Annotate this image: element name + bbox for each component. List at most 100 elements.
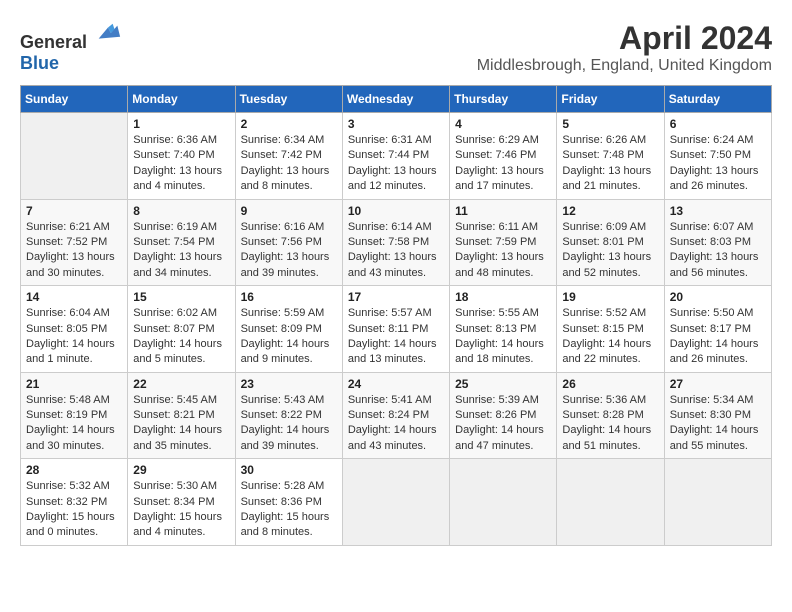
day-info: Sunrise: 5:32 AM Sunset: 8:32 PM Dayligh… — [26, 479, 122, 541]
day-number: 27 — [670, 377, 766, 391]
calendar-cell: 7 Sunrise: 6:21 AM Sunset: 7:52 PM Daylig… — [21, 199, 128, 286]
day-number: 7 — [26, 204, 122, 218]
weekday-header: Saturday — [664, 86, 771, 113]
day-number: 8 — [133, 204, 229, 218]
calendar-cell: 19 Sunrise: 5:52 AM Sunset: 8:15 PM Dayli… — [557, 286, 664, 373]
day-number: 29 — [133, 463, 229, 477]
calendar-cell: 3 Sunrise: 6:31 AM Sunset: 7:44 PM Daylig… — [342, 113, 449, 200]
calendar-cell: 22 Sunrise: 5:45 AM Sunset: 8:21 PM Dayli… — [128, 372, 235, 459]
day-number: 5 — [562, 117, 658, 131]
day-number: 12 — [562, 204, 658, 218]
day-info: Sunrise: 6:24 AM Sunset: 7:50 PM Dayligh… — [670, 133, 766, 195]
calendar-cell: 1 Sunrise: 6:36 AM Sunset: 7:40 PM Daylig… — [128, 113, 235, 200]
weekday-header: Sunday — [21, 86, 128, 113]
day-number: 6 — [670, 117, 766, 131]
calendar-cell: 15 Sunrise: 6:02 AM Sunset: 8:07 PM Dayli… — [128, 286, 235, 373]
day-number: 15 — [133, 290, 229, 304]
calendar-cell: 16 Sunrise: 5:59 AM Sunset: 8:09 PM Dayli… — [235, 286, 342, 373]
day-info: Sunrise: 5:43 AM Sunset: 8:22 PM Dayligh… — [241, 393, 337, 455]
calendar-week-row: 7 Sunrise: 6:21 AM Sunset: 7:52 PM Daylig… — [21, 199, 772, 286]
day-info: Sunrise: 6:36 AM Sunset: 7:40 PM Dayligh… — [133, 133, 229, 195]
calendar-cell: 11Sunrise: 6:11 AM Sunset: 7:59 PM Dayli… — [450, 199, 557, 286]
calendar-week-row: 21 Sunrise: 5:48 AM Sunset: 8:19 PM Dayli… — [21, 372, 772, 459]
day-number: 24 — [348, 377, 444, 391]
day-info: Sunrise: 6:04 AM Sunset: 8:05 PM Dayligh… — [26, 306, 122, 368]
weekday-header: Tuesday — [235, 86, 342, 113]
weekday-header: Wednesday — [342, 86, 449, 113]
calendar-cell: 4 Sunrise: 6:29 AM Sunset: 7:46 PM Daylig… — [450, 113, 557, 200]
day-number: 1 — [133, 117, 229, 131]
calendar-cell: 30 Sunrise: 5:28 AM Sunset: 8:36 PM Dayli… — [235, 459, 342, 546]
day-info: Sunrise: 5:41 AM Sunset: 8:24 PM Dayligh… — [348, 393, 444, 455]
calendar-cell: 5 Sunrise: 6:26 AM Sunset: 7:48 PM Daylig… — [557, 113, 664, 200]
day-number: 3 — [348, 117, 444, 131]
weekday-header: Monday — [128, 86, 235, 113]
day-number: 19 — [562, 290, 658, 304]
calendar-week-row: 1 Sunrise: 6:36 AM Sunset: 7:40 PM Daylig… — [21, 113, 772, 200]
calendar-cell: 28 Sunrise: 5:32 AM Sunset: 8:32 PM Dayli… — [21, 459, 128, 546]
day-info: Sunrise: 6:26 AM Sunset: 7:48 PM Dayligh… — [562, 133, 658, 195]
calendar-cell: 21 Sunrise: 5:48 AM Sunset: 8:19 PM Dayli… — [21, 372, 128, 459]
location-title: Middlesbrough, England, United Kingdom — [477, 57, 772, 75]
calendar-cell: 14 Sunrise: 6:04 AM Sunset: 8:05 PM Dayli… — [21, 286, 128, 373]
day-number: 22 — [133, 377, 229, 391]
day-number: 16 — [241, 290, 337, 304]
day-number: 28 — [26, 463, 122, 477]
day-info: Sunrise: 6:19 AM Sunset: 7:54 PM Dayligh… — [133, 220, 229, 282]
calendar-cell: 12Sunrise: 6:09 AM Sunset: 8:01 PM Dayli… — [557, 199, 664, 286]
day-info: Sunrise: 5:52 AM Sunset: 8:15 PM Dayligh… — [562, 306, 658, 368]
calendar-cell — [21, 113, 128, 200]
month-title: April 2024 — [477, 20, 772, 57]
day-info: Sunrise: 6:29 AM Sunset: 7:46 PM Dayligh… — [455, 133, 551, 195]
calendar-cell: 29 Sunrise: 5:30 AM Sunset: 8:34 PM Dayli… — [128, 459, 235, 546]
calendar-cell: 18Sunrise: 5:55 AM Sunset: 8:13 PM Dayli… — [450, 286, 557, 373]
day-number: 25 — [455, 377, 551, 391]
day-info: Sunrise: 5:45 AM Sunset: 8:21 PM Dayligh… — [133, 393, 229, 455]
day-number: 20 — [670, 290, 766, 304]
calendar-cell: 23 Sunrise: 5:43 AM Sunset: 8:22 PM Dayli… — [235, 372, 342, 459]
day-info: Sunrise: 6:31 AM Sunset: 7:44 PM Dayligh… — [348, 133, 444, 195]
day-info: Sunrise: 6:21 AM Sunset: 7:52 PM Dayligh… — [26, 220, 122, 282]
title-block: April 2024 Middlesbrough, England, Unite… — [477, 20, 772, 75]
calendar-table: SundayMondayTuesdayWednesdayThursdayFrid… — [20, 85, 772, 546]
calendar-cell: 27 Sunrise: 5:34 AM Sunset: 8:30 PM Dayli… — [664, 372, 771, 459]
calendar-week-row: 14 Sunrise: 6:04 AM Sunset: 8:05 PM Dayli… — [21, 286, 772, 373]
calendar-cell — [557, 459, 664, 546]
calendar-cell: 25 Sunrise: 5:39 AM Sunset: 8:26 PM Dayli… — [450, 372, 557, 459]
logo-bird-icon — [94, 20, 122, 48]
logo-blue: Blue — [20, 53, 59, 73]
day-info: Sunrise: 5:30 AM Sunset: 8:34 PM Dayligh… — [133, 479, 229, 541]
day-number: 11 — [455, 204, 551, 218]
calendar-week-row: 28 Sunrise: 5:32 AM Sunset: 8:32 PM Dayli… — [21, 459, 772, 546]
day-number: 17 — [348, 290, 444, 304]
day-number: 21 — [26, 377, 122, 391]
day-info: Sunrise: 5:50 AM Sunset: 8:17 PM Dayligh… — [670, 306, 766, 368]
calendar-cell — [342, 459, 449, 546]
logo-general: General — [20, 32, 87, 52]
day-number: 13 — [670, 204, 766, 218]
calendar-cell: 13 Sunrise: 6:07 AM Sunset: 8:03 PM Dayli… — [664, 199, 771, 286]
day-info: Sunrise: 5:59 AM Sunset: 8:09 PM Dayligh… — [241, 306, 337, 368]
day-info: Sunrise: 5:36 AM Sunset: 8:28 PM Dayligh… — [562, 393, 658, 455]
day-info: Sunrise: 6:02 AM Sunset: 8:07 PM Dayligh… — [133, 306, 229, 368]
calendar-cell: 10Sunrise: 6:14 AM Sunset: 7:58 PM Dayli… — [342, 199, 449, 286]
day-info: Sunrise: 6:16 AM Sunset: 7:56 PM Dayligh… — [241, 220, 337, 282]
day-info: Sunrise: 5:48 AM Sunset: 8:19 PM Dayligh… — [26, 393, 122, 455]
calendar-header-row: SundayMondayTuesdayWednesdayThursdayFrid… — [21, 86, 772, 113]
day-info: Sunrise: 6:07 AM Sunset: 8:03 PM Dayligh… — [670, 220, 766, 282]
day-info: Sunrise: 5:28 AM Sunset: 8:36 PM Dayligh… — [241, 479, 337, 541]
day-info: Sunrise: 5:39 AM Sunset: 8:26 PM Dayligh… — [455, 393, 551, 455]
day-number: 2 — [241, 117, 337, 131]
day-number: 23 — [241, 377, 337, 391]
calendar-cell — [664, 459, 771, 546]
weekday-header: Thursday — [450, 86, 557, 113]
calendar-cell: 24 Sunrise: 5:41 AM Sunset: 8:24 PM Dayli… — [342, 372, 449, 459]
day-number: 26 — [562, 377, 658, 391]
calendar-cell — [450, 459, 557, 546]
day-number: 4 — [455, 117, 551, 131]
day-info: Sunrise: 5:34 AM Sunset: 8:30 PM Dayligh… — [670, 393, 766, 455]
logo-text: General Blue — [20, 20, 122, 74]
day-info: Sunrise: 6:34 AM Sunset: 7:42 PM Dayligh… — [241, 133, 337, 195]
day-number: 30 — [241, 463, 337, 477]
day-number: 14 — [26, 290, 122, 304]
